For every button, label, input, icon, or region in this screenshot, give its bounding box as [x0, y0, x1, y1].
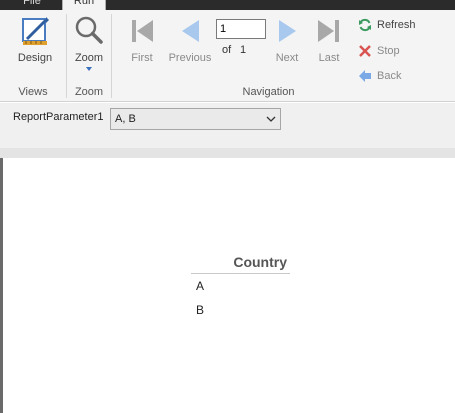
parameter-bar: ReportParameter1 A, B	[0, 103, 455, 148]
next-page-icon	[279, 20, 296, 42]
previous-page-icon	[182, 20, 199, 42]
report-table: Country A B	[191, 252, 290, 322]
last-label: Last	[318, 52, 340, 64]
refresh-icon	[359, 18, 371, 32]
column-header-country: Country	[191, 252, 290, 274]
previous-page-button[interactable]: Previous	[166, 14, 214, 64]
last-page-icon	[318, 20, 339, 42]
first-page-icon	[132, 20, 153, 42]
toolbar-divider	[0, 148, 455, 158]
table-row: B	[196, 303, 205, 317]
back-arrow-icon	[359, 70, 371, 82]
of-label: of	[222, 44, 232, 56]
first-label: First	[131, 52, 153, 64]
back-label: Back	[377, 70, 402, 82]
next-label: Next	[275, 52, 299, 64]
stop-icon	[359, 45, 371, 57]
parameter-selected-value: A, B	[115, 113, 136, 125]
first-page-button[interactable]: First	[122, 14, 162, 64]
refresh-label: Refresh	[377, 19, 416, 31]
ribbon: Design Views Zoom Zoom First Previous 1 …	[0, 10, 455, 102]
page-number-input[interactable]: 1	[216, 19, 266, 39]
tab-run[interactable]: Run	[62, 0, 106, 10]
chevron-down-icon	[266, 116, 276, 122]
ribbon-tab-strip: File Run	[0, 0, 455, 10]
previous-label: Previous	[168, 52, 212, 64]
stop-button[interactable]: Stop	[358, 43, 400, 59]
navigation-group: First Previous 1 of 1 Next Last Refresh …	[0, 10, 455, 102]
page-count: 1	[240, 44, 247, 56]
stop-label: Stop	[377, 45, 400, 57]
navigation-group-label: Navigation	[242, 86, 295, 98]
parameter-label: ReportParameter1	[13, 111, 104, 123]
report-viewer-window: File Run Design Views Zoom Zoom First Pr…	[0, 0, 455, 413]
tab-file[interactable]: File	[10, 0, 54, 10]
last-page-button[interactable]: Last	[312, 14, 346, 64]
back-button[interactable]: Back	[358, 68, 401, 84]
refresh-button[interactable]: Refresh	[358, 17, 416, 33]
parameter-dropdown[interactable]: A, B	[110, 108, 281, 130]
report-canvas: Country A B	[0, 158, 455, 413]
next-page-button[interactable]: Next	[270, 14, 304, 64]
table-row: A	[196, 279, 205, 293]
